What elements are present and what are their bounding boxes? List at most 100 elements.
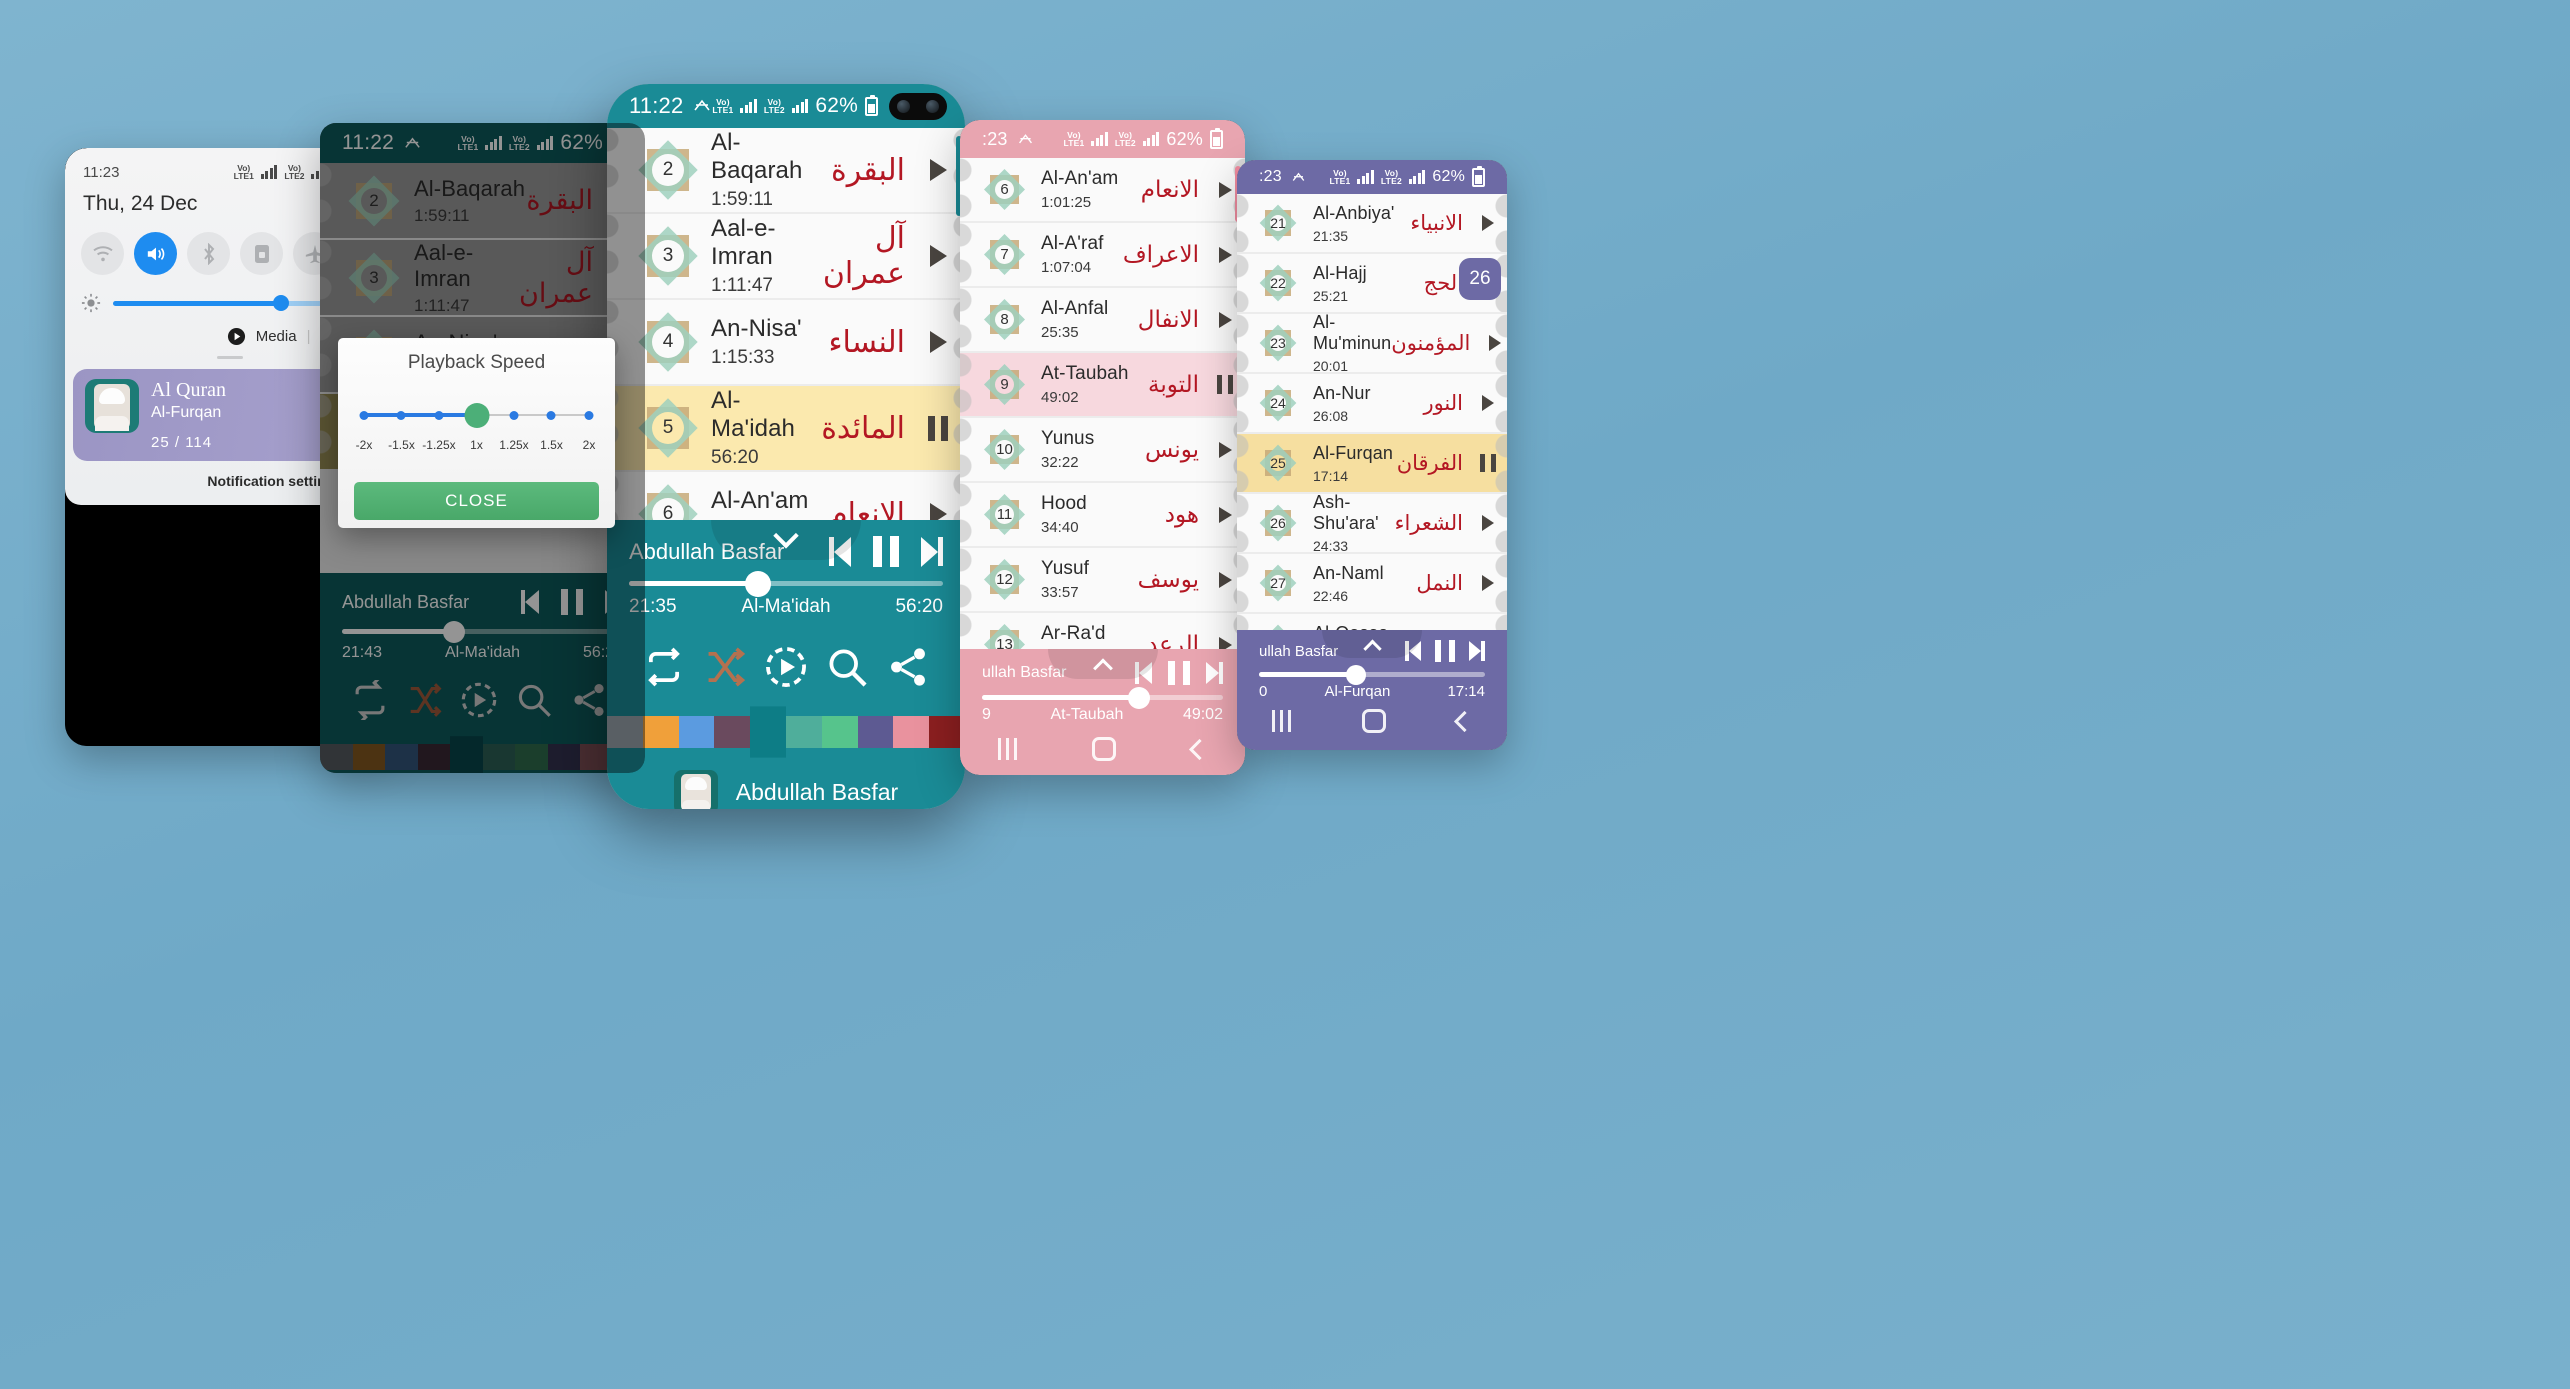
surah-number: 2 <box>662 159 674 180</box>
back-icon[interactable] <box>1189 738 1211 760</box>
surah-number: 3 <box>662 245 674 266</box>
quran-app-icon <box>694 99 711 111</box>
search-icon[interactable] <box>824 644 870 690</box>
table-row[interactable]: 6Al-An'am1:01:25الانعام <box>960 158 1245 221</box>
surah-number: 12 <box>996 571 1013 588</box>
table-row[interactable]: 25 Al-Furqan 17:14 الفرقان <box>1237 434 1507 492</box>
mini-player: Abdullah Basfar 21:35 Al-Ma'idah 56:20 A… <box>607 520 965 809</box>
theme-swatch[interactable] <box>642 716 679 748</box>
surah-number: 7 <box>1000 246 1009 263</box>
table-row[interactable]: 21 Al-Anbiya' 21:35 الانبياء <box>1237 194 1507 252</box>
theme-swatch[interactable] <box>678 716 715 748</box>
lace-decoration <box>1473 494 1507 552</box>
next-icon[interactable] <box>1206 662 1223 684</box>
recents-icon[interactable] <box>1272 710 1292 732</box>
status-bar: :23 Vo) LTE1 Vo) LTE2 62% <box>960 120 1245 158</box>
table-row[interactable]: 11 Hood 34:40 هود <box>960 483 1245 546</box>
pause-icon[interactable] <box>1168 661 1190 685</box>
table-row[interactable]: 12 Yusuf 33:57 يوسف <box>960 548 1245 611</box>
collapse-notch[interactable] <box>711 520 861 560</box>
surah-number-badge: 8 <box>983 298 1026 341</box>
surah-number: 6 <box>662 503 674 520</box>
mini-player: ullah Basfar 9 At-Taubah 49:02 <box>960 649 1245 775</box>
surah-duration: 20:01 <box>1313 358 1349 374</box>
table-row[interactable]: 4 An-Nisa' 1:15:33 النساء <box>607 300 965 384</box>
date-label: Thu, 24 Dec <box>83 192 198 215</box>
notification-position: 25 <box>151 434 170 451</box>
next-icon[interactable] <box>921 536 943 567</box>
shuffle-icon[interactable] <box>702 644 748 690</box>
theme-swatch[interactable] <box>750 706 786 758</box>
table-row[interactable]: 3 Aal-e-Imran 1:11:47 آل عمران <box>607 214 965 298</box>
battery-icon <box>1472 165 1485 187</box>
expand-notch[interactable] <box>1322 630 1422 658</box>
seek-knob[interactable] <box>744 570 771 597</box>
surah-name: Aal-e-Imran <box>711 215 776 270</box>
surah-name: An-Nur <box>1313 382 1371 403</box>
bluetooth-icon[interactable] <box>187 232 230 275</box>
surah-number-badge: 6 <box>638 484 698 520</box>
surah-name: Al-Hajj <box>1313 262 1367 283</box>
theme-swatch[interactable] <box>714 716 751 748</box>
table-row[interactable]: 28Al-Qasas27:03القصص <box>1237 614 1507 630</box>
volume-icon[interactable] <box>134 232 177 275</box>
theme-swatch[interactable] <box>893 716 930 748</box>
table-row[interactable]: 13Ar-Ra'd15:17الرعد <box>960 613 1245 649</box>
speed-slider-thumb[interactable] <box>464 403 489 428</box>
home-icon[interactable] <box>1361 709 1386 733</box>
seek-knob[interactable] <box>1346 664 1367 685</box>
surah-list[interactable]: 6 Al-An'am 1:01:25 الانعام 7 Al-A'raf 1:07:04 ا… <box>960 158 1245 649</box>
pause-icon[interactable] <box>873 536 899 567</box>
seek-bar[interactable] <box>1259 664 1485 685</box>
home-icon[interactable] <box>1092 737 1117 761</box>
expand-notch[interactable] <box>1047 649 1158 679</box>
recents-icon[interactable] <box>997 738 1017 760</box>
media-label[interactable]: Media <box>256 328 297 345</box>
theme-swatch[interactable] <box>821 716 858 748</box>
theme-swatch[interactable] <box>785 716 822 748</box>
sim-lock-icon[interactable] <box>240 232 283 275</box>
elapsed-time: 0 <box>1259 683 1268 700</box>
table-row[interactable]: 7 Al-A'raf 1:07:04 الاعراف <box>960 223 1245 286</box>
back-icon[interactable] <box>1453 710 1475 732</box>
table-row[interactable]: 8 Al-Anfal 25:35 الانفال <box>960 288 1245 351</box>
surah-list[interactable]: 2 Al-Baqarah 1:59:11 البقرة 3 Aal-e-Imran 1:11… <box>607 128 965 520</box>
table-row[interactable]: 10 Yunus 32:22 يونس <box>960 418 1245 481</box>
close-button[interactable]: CLOSE <box>354 482 599 520</box>
surah-number: 8 <box>1000 311 1009 328</box>
theme-swatches[interactable] <box>607 706 965 758</box>
table-row[interactable]: 26 Ash-Shu'ara' 24:33 الشعراء <box>1237 492 1507 554</box>
seek-bar[interactable] <box>982 686 1223 709</box>
surah-duration: 1:11:47 <box>711 275 773 296</box>
surah-number: 11 <box>996 506 1013 523</box>
speed-slider[interactable] <box>359 403 594 428</box>
wifi-icon[interactable] <box>81 232 124 275</box>
speed-tick-label: -1.5x <box>388 438 415 452</box>
playback-speed-icon[interactable] <box>763 644 809 690</box>
table-row[interactable]: 9 At-Taubah 49:02 التوبة <box>960 353 1245 416</box>
table-row[interactable]: 6Al-An'am1:01:25الانعام <box>607 472 965 520</box>
next-icon[interactable] <box>1469 641 1485 661</box>
share-icon[interactable] <box>885 644 931 690</box>
surah-name: Al-Ma'idah <box>711 387 795 442</box>
drag-handle[interactable] <box>217 356 243 359</box>
surah-number-badge: 27 <box>1259 564 1297 602</box>
volte1-icon: Vo) LTE1 <box>712 97 734 115</box>
table-row[interactable]: 27 An-Naml 22:46 النمل <box>1237 554 1507 612</box>
brightness-knob[interactable] <box>272 295 289 311</box>
repeat-icon[interactable] <box>641 644 687 690</box>
table-row[interactable]: 24 An-Nur 26:08 النور <box>1237 374 1507 432</box>
theme-swatch[interactable] <box>857 716 894 748</box>
status-time: 11:22 <box>629 93 684 118</box>
table-row[interactable]: 5 Al-Ma'idah 56:20 المائدة <box>607 386 965 470</box>
table-row[interactable]: 23 Al-Mu'minun 20:01 المؤمنون <box>1237 312 1507 374</box>
surah-number-badge: 5 <box>638 398 698 458</box>
playback-speed-dialog: Playback Speed -2x -1.5x -1.25x 1x 1.25x 1.5x… <box>338 338 615 528</box>
surah-duration: 33:57 <box>1041 584 1079 601</box>
pause-icon[interactable] <box>1435 640 1455 662</box>
surah-name: At-Taubah <box>1041 363 1129 384</box>
seek-bar[interactable] <box>629 570 943 597</box>
seek-knob[interactable] <box>1127 686 1150 709</box>
table-row[interactable]: 2 Al-Baqarah 1:59:11 البقرة <box>607 128 965 212</box>
surah-name-arabic: المائدة <box>821 410 905 446</box>
